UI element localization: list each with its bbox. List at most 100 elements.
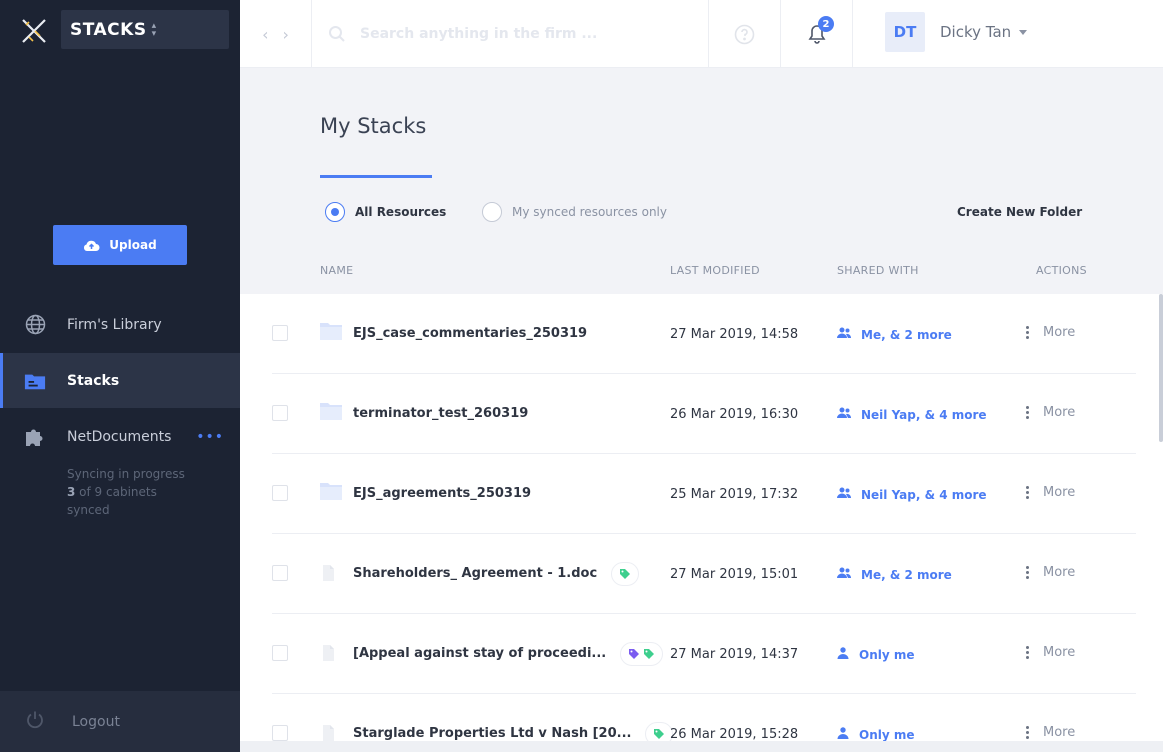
filter-all-resources[interactable]: All Resources [325, 202, 446, 222]
group-icon [837, 407, 861, 422]
upload-button[interactable]: Upload [53, 225, 187, 265]
sidebar-item-label: Firm's Library [67, 316, 162, 333]
history-nav: ‹ › [240, 0, 312, 68]
chevron-updown-icon: ▴ ▾ [151, 20, 157, 39]
row-checkbox[interactable] [272, 485, 288, 501]
chevron-left-icon[interactable]: ‹ [262, 25, 268, 44]
resource-name[interactable]: EJS_case_commentaries_250319 [353, 326, 587, 341]
notification-count-badge: 2 [818, 16, 834, 32]
more-label: More [1043, 485, 1076, 500]
resource-table: EJS_case_commentaries_250319 27 Mar 2019,… [240, 294, 1163, 752]
app-switcher[interactable]: STACKS ▴ ▾ [61, 10, 229, 49]
sidebar-item-label: NetDocuments [67, 428, 172, 445]
row-checkbox[interactable] [272, 325, 288, 341]
search-bar [312, 0, 709, 68]
logout-button[interactable]: Logout [0, 691, 240, 752]
shared-with-label: Neil Yap, & 4 more [861, 407, 987, 422]
table-row[interactable]: EJS_agreements_250319 25 Mar 2019, 17:32 N… [272, 454, 1136, 534]
more-label: More [1043, 565, 1076, 580]
resource-name[interactable]: Shareholders_ Agreement - 1.doc [353, 566, 597, 581]
app-logo-icon[interactable] [20, 17, 48, 45]
avatar: DT [885, 12, 925, 52]
column-header-shared-with[interactable]: SHARED WITH [837, 264, 919, 277]
shared-with-label: Only me [859, 727, 915, 742]
shared-with-label: Me, & 2 more [861, 327, 952, 342]
tag-pill[interactable] [611, 562, 639, 586]
tag-pill[interactable] [620, 642, 663, 666]
scrollbar[interactable] [1159, 294, 1163, 442]
sidebar-item-firms-library[interactable]: Firm's Library [0, 297, 240, 352]
table-row[interactable]: terminator_test_260319 26 Mar 2019, 16:30… [272, 374, 1136, 454]
search-icon [329, 26, 345, 42]
user-name: Dicky Tan [940, 23, 1012, 41]
more-actions-button[interactable]: More [1026, 405, 1075, 420]
more-actions-button[interactable]: More [1026, 485, 1075, 500]
table-row[interactable]: Shareholders_ Agreement - 1.doc 27 Mar 20… [272, 534, 1136, 614]
sync-status-line: Syncing in progress [67, 467, 185, 481]
more-actions-button[interactable]: More [1026, 565, 1075, 580]
shared-with[interactable]: Neil Yap, & 4 more [837, 407, 987, 422]
sidebar-item-netdocuments[interactable]: NetDocuments ••• [0, 409, 240, 464]
resource-name[interactable]: terminator_test_260319 [353, 406, 528, 421]
column-header-last-modified[interactable]: LAST MODIFIED [670, 264, 760, 277]
column-header-actions: ACTIONS [1036, 264, 1087, 277]
last-modified: 25 Mar 2019, 17:32 [670, 487, 799, 502]
shared-with-label: Me, & 2 more [861, 567, 952, 582]
shared-with[interactable]: Me, & 2 more [837, 567, 952, 582]
row-checkbox[interactable] [272, 405, 288, 421]
table-row[interactable]: [Appeal against stay of proceedi... 27 Ma… [272, 614, 1136, 694]
chevron-right-icon[interactable]: › [283, 25, 289, 44]
filter-label: My synced resources only [512, 205, 667, 219]
kebab-icon [1026, 646, 1029, 659]
kebab-icon [1026, 326, 1029, 339]
app-name: STACKS [70, 19, 147, 40]
page-title: My Stacks [320, 114, 427, 138]
search-input[interactable] [360, 26, 680, 42]
sidebar-item-stacks[interactable]: Stacks [0, 353, 240, 408]
more-actions-button[interactable]: More [1026, 645, 1075, 660]
puzzle-icon [24, 426, 46, 448]
more-actions-button[interactable]: More [1026, 325, 1075, 340]
create-folder-button[interactable]: Create New Folder [957, 205, 1082, 219]
upload-label: Upload [109, 238, 157, 252]
tag-icon [628, 645, 640, 664]
more-label: More [1043, 325, 1076, 340]
row-checkbox[interactable] [272, 645, 288, 661]
filter-label: All Resources [355, 205, 447, 219]
shared-with[interactable]: Only me [837, 647, 915, 662]
shared-with[interactable]: Me, & 2 more [837, 327, 952, 342]
help-icon [734, 24, 755, 44]
row-checkbox[interactable] [272, 565, 288, 581]
tag-icon [643, 645, 655, 664]
user-menu[interactable]: DT Dicky Tan [885, 12, 1028, 52]
help-button[interactable] [709, 0, 781, 68]
shared-with-label: Only me [859, 647, 915, 662]
sidebar-item-label: Stacks [67, 372, 120, 389]
resource-name[interactable]: [Appeal against stay of proceedi... [353, 646, 606, 661]
radio-empty-icon [482, 202, 502, 222]
more-actions-button[interactable]: More [1026, 725, 1075, 740]
shared-with[interactable]: Neil Yap, & 4 more [837, 487, 987, 502]
power-icon [25, 710, 45, 734]
shared-with[interactable]: Only me [837, 727, 915, 742]
cloud-upload-icon [84, 240, 100, 251]
table-row[interactable]: EJS_case_commentaries_250319 27 Mar 2019,… [272, 294, 1136, 374]
more-options-icon[interactable]: ••• [196, 430, 224, 444]
resource-name[interactable]: EJS_agreements_250319 [353, 486, 531, 501]
kebab-icon [1026, 406, 1029, 419]
shared-with-label: Neil Yap, & 4 more [861, 487, 987, 502]
person-icon [837, 647, 859, 662]
logout-label: Logout [72, 713, 120, 730]
document-icon [320, 642, 336, 666]
notifications-button[interactable]: 2 [781, 0, 853, 68]
group-icon [837, 567, 861, 582]
row-checkbox[interactable] [272, 725, 288, 741]
last-modified: 27 Mar 2019, 14:58 [670, 327, 799, 342]
person-icon [837, 727, 859, 742]
globe-icon [24, 314, 46, 336]
filter-synced-only[interactable]: My synced resources only [482, 202, 667, 222]
resource-name[interactable]: Starglade Properties Ltd v Nash [20... [353, 726, 631, 741]
more-label: More [1043, 405, 1076, 420]
column-header-name[interactable]: NAME [320, 264, 353, 277]
document-icon [320, 562, 336, 586]
